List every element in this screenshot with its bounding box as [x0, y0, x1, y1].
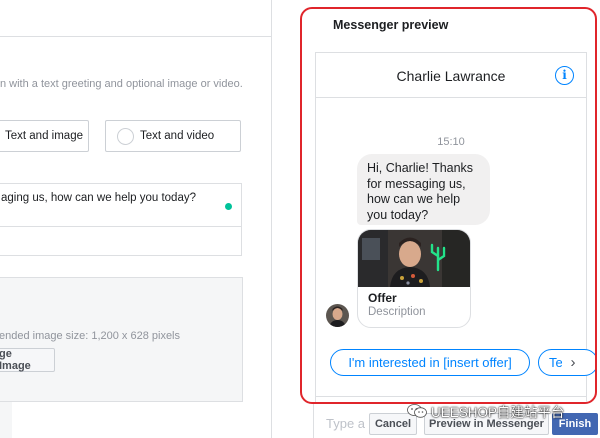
card-image	[358, 230, 470, 287]
image-upload-section: ended image size: 1,200 x 628 pixels ge …	[0, 277, 243, 402]
option-label: Text and video	[140, 130, 215, 142]
chat-header: Charlie Lawrance i	[316, 53, 586, 98]
composer-placeholder: Type a	[326, 416, 366, 431]
divider	[0, 36, 272, 37]
greeting-text-field[interactable]: aging us, how can we help you today?	[0, 183, 242, 256]
option-label: Text and image	[5, 130, 83, 142]
divider	[0, 226, 241, 227]
message-timestamp: 15:10	[437, 136, 465, 148]
card-description: Description	[368, 306, 426, 318]
watermark: UEESHOP自建站平台	[407, 400, 565, 422]
status-dot-icon	[225, 203, 232, 210]
option-text-and-video[interactable]: Text and video	[105, 120, 241, 152]
greeting-line: how can we help	[367, 192, 461, 206]
change-image-button[interactable]: ge Image	[0, 348, 55, 372]
greeting-line: for messaging us,	[367, 176, 466, 191]
greeting-text-value: aging us, how can we help you today?	[1, 192, 196, 204]
divider	[316, 396, 586, 397]
avatar	[326, 304, 349, 327]
quick-replies: I'm interested in [insert offer] Te ›	[316, 349, 595, 381]
preview-title: Messenger preview	[333, 18, 449, 32]
phone-frame: Charlie Lawrance i 15:10 Hi, Charlie! Th…	[315, 52, 595, 402]
contact-name: Charlie Lawrance	[396, 68, 506, 84]
offer-card[interactable]: Offer Description	[357, 229, 471, 328]
greeting-bubble: Hi, Charlie! Thanks for messaging us, ho…	[357, 154, 490, 225]
image-size-hint: ended image size: 1,200 x 628 pixels	[0, 330, 181, 342]
info-circle-icon[interactable]: i	[555, 66, 574, 85]
left-bottom-strip	[0, 402, 12, 438]
editor-pane: n with a text greeting and optional imag…	[0, 0, 272, 438]
card-title: Offer	[368, 291, 397, 305]
wechat-icon	[407, 404, 427, 418]
option-text-and-image[interactable]: Text and image	[0, 120, 89, 152]
greeting-line: you today?	[367, 207, 429, 222]
editor-description: n with a text greeting and optional imag…	[0, 78, 243, 90]
watermark-text: UEESHOP自建站平台	[431, 405, 565, 420]
radio-unchecked-icon[interactable]	[117, 127, 134, 145]
messenger-preview-panel: Messenger preview Charlie Lawrance i 15:…	[300, 7, 597, 404]
chevron-right-icon[interactable]: ›	[562, 352, 584, 374]
greeting-line: Hi, Charlie! Thanks	[367, 161, 474, 175]
quick-reply-button[interactable]: I'm interested in [insert offer]	[330, 349, 530, 376]
